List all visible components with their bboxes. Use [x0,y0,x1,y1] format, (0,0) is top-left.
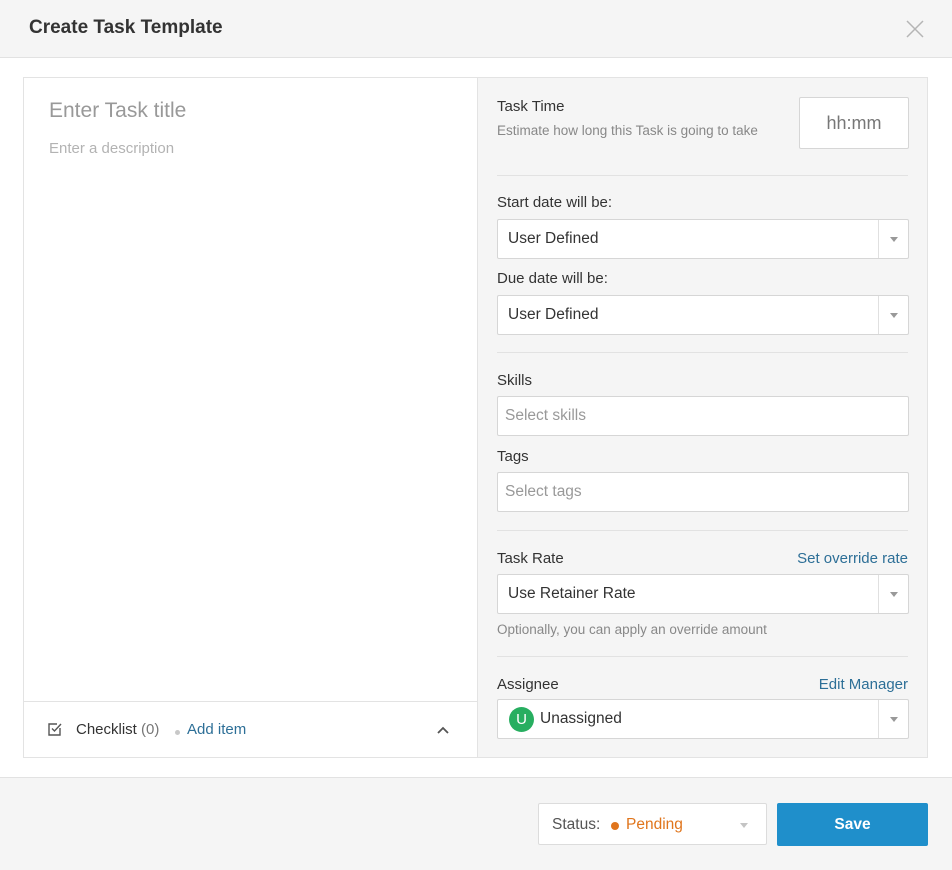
divider [497,352,908,353]
checklist-bar: Checklist (0) Add item [24,701,477,757]
start-date-value: User Defined [508,230,599,247]
dropdown-arrow-icon[interactable] [740,823,748,828]
divider [497,530,908,531]
due-date-value: User Defined [508,306,599,323]
task-time-hint: Estimate how long this Task is going to … [497,123,758,138]
close-button[interactable] [904,18,926,40]
due-date-select[interactable]: User Defined [497,295,909,335]
task-title-input[interactable] [49,99,449,123]
assignee-value: Unassigned [540,710,622,727]
dropdown-arrow-icon[interactable] [878,700,908,738]
status-select[interactable]: Status: Pending [538,803,767,845]
task-rate-hint: Optionally, you can apply an override am… [497,622,767,637]
status-dot-icon [611,822,619,830]
start-date-label: Start date will be: [497,194,613,211]
add-item-link[interactable]: Add item [187,721,246,738]
tags-input[interactable] [497,472,909,512]
task-time-label: Task Time [497,98,565,115]
divider [497,175,908,176]
checklist-title: Checklist [76,721,137,738]
skills-label: Skills [497,372,533,389]
assignee-select[interactable]: U Unassigned [497,699,909,739]
task-rate-value: Use Retainer Rate [508,585,636,602]
divider [497,656,908,657]
modal-header: Create Task Template [0,0,952,58]
save-button[interactable]: Save [777,803,928,846]
task-description-input[interactable] [49,140,449,690]
checklist-label: Checklist (0) [76,721,159,738]
status-value: Pending [626,816,683,833]
task-form: Checklist (0) Add item Task Time Estimat… [23,77,928,758]
status-label: Status: [552,816,601,833]
chevron-up-icon[interactable] [435,723,451,737]
modal-title: Create Task Template [29,17,223,38]
avatar: U [509,707,534,732]
modal-footer: Status: Pending Save [0,777,952,870]
start-date-select[interactable]: User Defined [497,219,909,259]
checklist-count: (0) [141,721,160,738]
task-rate-select[interactable]: Use Retainer Rate [497,574,909,614]
close-icon [906,20,924,38]
tags-label: Tags [497,448,529,465]
separator-dot [175,730,180,735]
checkbox-icon [48,723,62,736]
task-rate-label: Task Rate [497,550,564,567]
task-settings-pane: Task Time Estimate how long this Task is… [477,78,927,757]
dropdown-arrow-icon[interactable] [878,296,908,334]
dropdown-arrow-icon[interactable] [878,220,908,258]
assignee-label: Assignee [497,676,559,693]
edit-manager-link[interactable]: Edit Manager [819,676,908,693]
skills-input[interactable] [497,396,909,436]
task-time-input[interactable] [799,97,909,149]
dropdown-arrow-icon[interactable] [878,575,908,613]
due-date-label: Due date will be: [497,270,608,287]
set-override-rate-link[interactable]: Set override rate [797,550,908,567]
task-details-pane: Checklist (0) Add item [24,78,477,757]
